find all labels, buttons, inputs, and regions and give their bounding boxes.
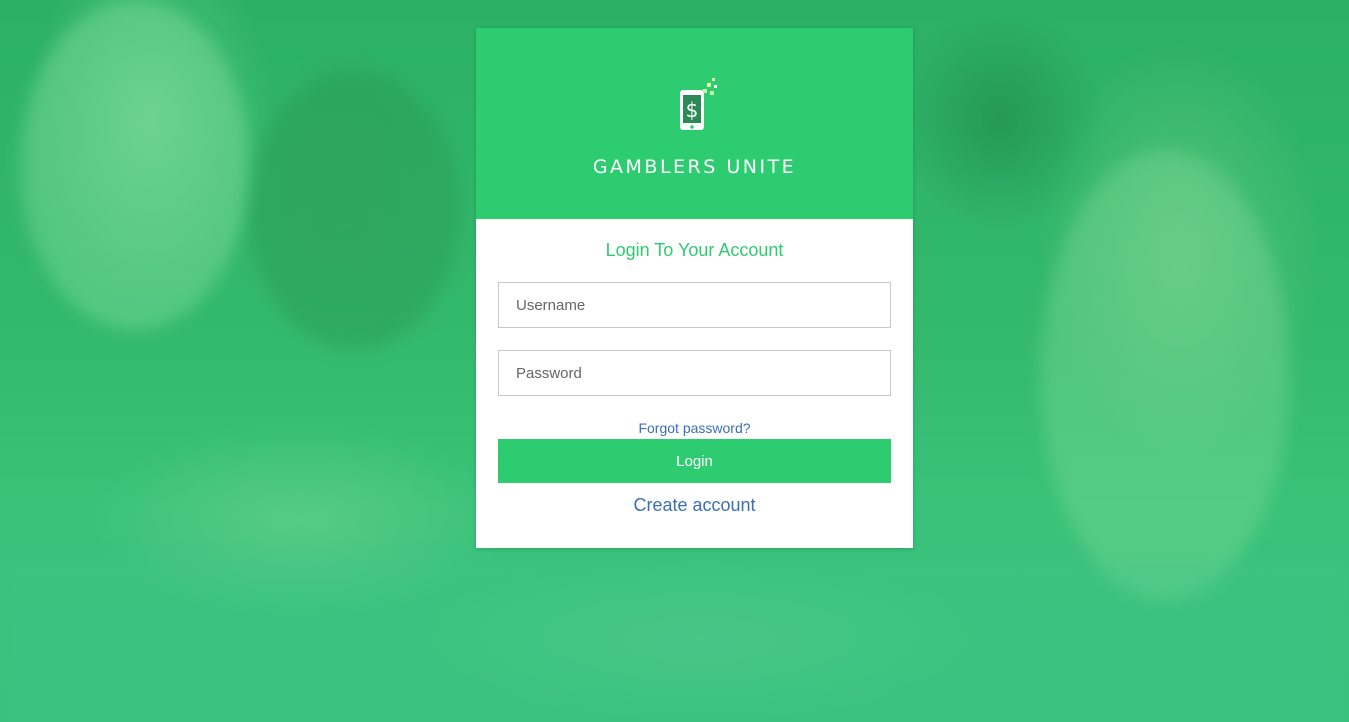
brand-name: GAMBLERS UNITE (592, 156, 797, 178)
background-figure-man (250, 70, 460, 350)
login-form: Login To Your Account Forgot password? L… (476, 219, 913, 548)
card-header: $ GAMBLERS UNITE (476, 28, 913, 219)
password-input[interactable] (498, 350, 891, 396)
create-account-link[interactable]: Create account (476, 495, 913, 516)
login-button[interactable]: Login (498, 439, 891, 483)
svg-text:$: $ (686, 98, 699, 122)
phone-dollar-icon: $ (680, 78, 717, 130)
login-title: Login To Your Account (605, 240, 784, 260)
background-figure-left (20, 0, 250, 330)
background-table (0, 560, 1349, 722)
background-figure-right (1040, 150, 1290, 600)
login-card: $ GAMBLERS UNITE Login To Your Account F… (476, 28, 913, 548)
forgot-password-link[interactable]: Forgot password? (476, 420, 913, 436)
username-input[interactable] (498, 282, 891, 328)
